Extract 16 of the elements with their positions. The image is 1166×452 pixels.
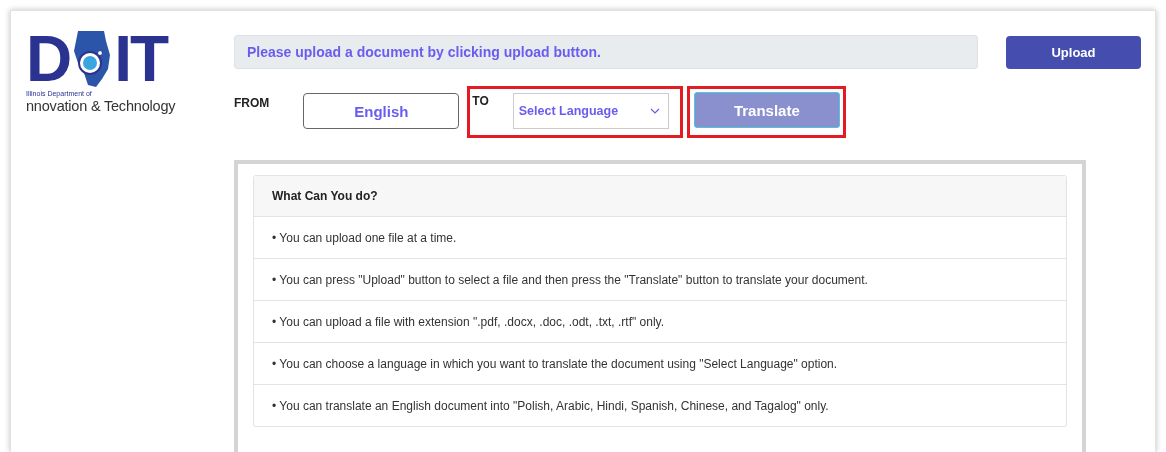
logo-tagline: nnovation & Technology [26, 98, 177, 114]
logo-letter: D [26, 29, 71, 89]
info-item: • You can translate an English document into "Polish, Arabic, Hindi, Spanish, Chinese, and Tagalog" only. [271, 397, 830, 415]
chevron-down-icon [649, 108, 660, 114]
source-language-field: English [303, 93, 460, 129]
from-label: FROM [234, 96, 270, 110]
upload-button[interactable]: Upload [1006, 35, 1141, 69]
status-message: Please upload a document by clicking upload button. [234, 35, 978, 69]
info-item: • You can choose a language in which you want to translate the document using "Select Language" option. [254, 343, 1066, 385]
info-item: • You can upload one file at a time. [254, 217, 1066, 259]
info-item: • You can upload a file with extension ".pdf, .docx, .doc, .odt, .txt, .rtf" only. [254, 301, 1066, 343]
logo-letters: IT [114, 29, 168, 89]
language-dropdown[interactable]: Select Language [512, 93, 669, 129]
to-label: TO [472, 94, 489, 108]
card-header: What Can You do? [254, 176, 1066, 217]
info-item: • You can press "Upload" button to select a file and then press the "Translate" button to translate your document. [254, 259, 1066, 301]
